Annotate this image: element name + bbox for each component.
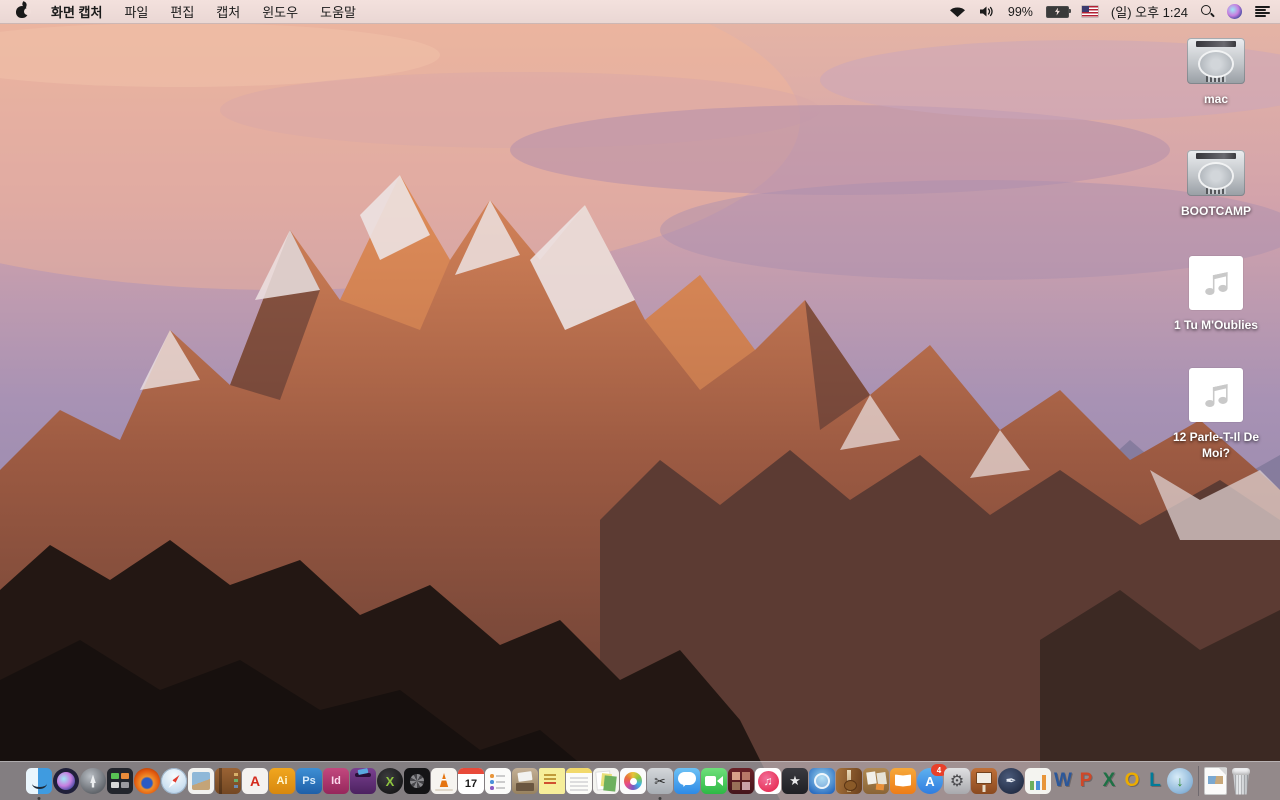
siri-menu-icon[interactable] — [1227, 4, 1242, 19]
app-store-a-glyph: A — [925, 773, 935, 789]
menu-help[interactable]: 도움말 — [320, 2, 356, 21]
menu-bar-left: 화면 캡처 파일 편집 캡처 윈도우 도움말 — [10, 2, 367, 21]
dock-imovie-icon[interactable]: ★ — [782, 768, 808, 794]
desktop-icon-bootcamp[interactable]: BOOTCAMP — [1166, 150, 1266, 219]
dock-preview-icon[interactable] — [188, 768, 214, 794]
battery-charging-icon[interactable] — [1045, 5, 1071, 18]
dock-garageband-icon[interactable] — [836, 768, 862, 794]
dock-adobe-acrobat-icon[interactable]: A — [242, 768, 268, 794]
dock-keynote-icon[interactable] — [971, 768, 997, 794]
hard-drive-icon — [1187, 150, 1245, 196]
desktop-icon-audio-1[interactable]: 1 Tu M'Oublies — [1166, 256, 1266, 333]
scissors-icon: ✂ — [654, 772, 666, 789]
audio-file-icon — [1189, 256, 1243, 310]
drive-vent — [1206, 188, 1226, 194]
wifi-icon[interactable] — [949, 5, 966, 18]
dock-itunes-icon[interactable]: ♫ — [755, 768, 781, 794]
dock-numbers-icon[interactable] — [1025, 768, 1051, 794]
menu-file[interactable]: 파일 — [124, 2, 148, 21]
dock-adobe-illustrator-icon[interactable]: Ai — [269, 768, 295, 794]
desktop-icon-label: mac — [1203, 92, 1229, 106]
battery-percent: 99% — [1007, 4, 1033, 19]
dock-grab-screen-capture-icon[interactable]: ✂ — [647, 768, 673, 800]
dock-document-inbox-icon[interactable] — [512, 768, 538, 794]
dock: A Ai Ps Id X 17 ✂ ♫ ★ A4 ⚙ ✒ W P X O L ↓ — [0, 761, 1280, 800]
dock-mission-control-icon[interactable] — [107, 768, 133, 794]
drive-vent — [1206, 76, 1226, 82]
dock-ms-excel-icon[interactable]: X — [1098, 768, 1120, 794]
dock-stickies-icon[interactable] — [539, 768, 565, 794]
desktop-icon-label: BOOTCAMP — [1181, 204, 1251, 218]
dock-contacts-icon[interactable] — [215, 768, 241, 794]
desktop-icon-audio-2[interactable]: 12 Parle-T-Il De Moi? — [1166, 368, 1266, 461]
dock-messages-icon[interactable] — [674, 768, 700, 794]
spotlight-search-icon[interactable] — [1201, 4, 1214, 19]
dock-disk-utility-icon[interactable] — [404, 768, 430, 794]
menu-window[interactable]: 윈도우 — [262, 2, 298, 21]
menu-bar: 화면 캡처 파일 편집 캡처 윈도우 도움말 99% (일) 오후 1:24 — [0, 0, 1280, 24]
dock-adobe-indesign-icon[interactable]: Id — [323, 768, 349, 794]
dock-firefox-icon[interactable] — [134, 768, 160, 794]
dock-adobe-photoshop-icon[interactable]: Ps — [296, 768, 322, 794]
menu-bar-clock[interactable]: (일) 오후 1:24 — [1111, 2, 1188, 21]
desktop-icon-column: mac BOOTCAMP 1 Tu M'Oublies 12 Parle-T-I… — [1166, 23, 1266, 760]
desktop-icon-mac[interactable]: mac — [1166, 38, 1266, 107]
dock-ms-lync-icon[interactable]: L — [1144, 768, 1166, 794]
dock-ms-outlook-icon[interactable]: O — [1121, 768, 1143, 794]
dock-trash-icon[interactable] — [1228, 767, 1254, 795]
dock-system-preferences-icon[interactable]: ⚙ — [944, 768, 970, 794]
dock-finder-icon[interactable] — [26, 768, 52, 800]
dock-notes-icon[interactable] — [566, 768, 592, 794]
dock-idvd-icon[interactable] — [809, 768, 835, 794]
dock-toast-titanium-icon[interactable] — [350, 768, 376, 794]
dock-reminders-icon[interactable] — [485, 768, 511, 794]
dock-ibooks-icon[interactable] — [890, 768, 916, 794]
dock-ms-word-icon[interactable]: W — [1052, 768, 1074, 794]
menu-edit[interactable]: 편집 — [170, 2, 194, 21]
apple-menu-icon[interactable] — [16, 5, 31, 18]
dock-corkboard-kit-icon[interactable] — [863, 768, 889, 794]
music-note-icon — [1205, 384, 1228, 408]
audio-file-icon — [1189, 368, 1243, 422]
dock-ms-powerpoint-icon[interactable]: P — [1075, 768, 1097, 794]
music-note-icon — [1205, 272, 1228, 296]
input-source-us-flag-icon[interactable] — [1081, 6, 1098, 17]
menu-capture[interactable]: 캡처 — [216, 2, 240, 21]
dock-facetime-icon[interactable] — [701, 768, 727, 794]
dock-x-utility-icon[interactable]: X — [377, 768, 403, 794]
dock-iwork-documents-icon[interactable] — [593, 768, 619, 794]
dock-launchpad-icon[interactable] — [80, 768, 106, 794]
dock-safari-icon[interactable] — [161, 768, 187, 794]
desktop-icon-label: 12 Parle-T-Il De Moi? — [1172, 430, 1260, 461]
dock-photo-booth-icon[interactable] — [728, 768, 754, 794]
dock-app-store-icon[interactable]: A4 — [917, 764, 947, 794]
desktop-icon-label: 1 Tu M'Oublies — [1174, 318, 1258, 332]
menu-bar-status: 99% (일) 오후 1:24 — [949, 2, 1270, 21]
notification-center-icon[interactable] — [1255, 6, 1270, 17]
trash-basket — [1233, 772, 1249, 795]
desktop-wallpaper — [0, 0, 1280, 800]
dock-photos-icon[interactable] — [620, 768, 646, 794]
dock-web-downloader-icon[interactable]: ↓ — [1167, 768, 1193, 794]
dock-siri-icon[interactable] — [53, 768, 79, 794]
dock-document-file-icon[interactable] — [1204, 767, 1227, 795]
hard-drive-icon — [1187, 38, 1245, 84]
dock-pages-icon[interactable]: ✒ — [998, 768, 1024, 794]
calendar-day-number: 17 — [464, 777, 478, 790]
app-menu-title[interactable]: 화면 캡처 — [51, 2, 102, 21]
dock-calendar-icon[interactable]: 17 — [458, 768, 484, 794]
dock-divider — [1198, 766, 1199, 796]
dock-vlc-icon[interactable] — [431, 768, 457, 794]
charging-bolt-icon — [1054, 7, 1060, 16]
volume-icon[interactable] — [979, 5, 995, 18]
